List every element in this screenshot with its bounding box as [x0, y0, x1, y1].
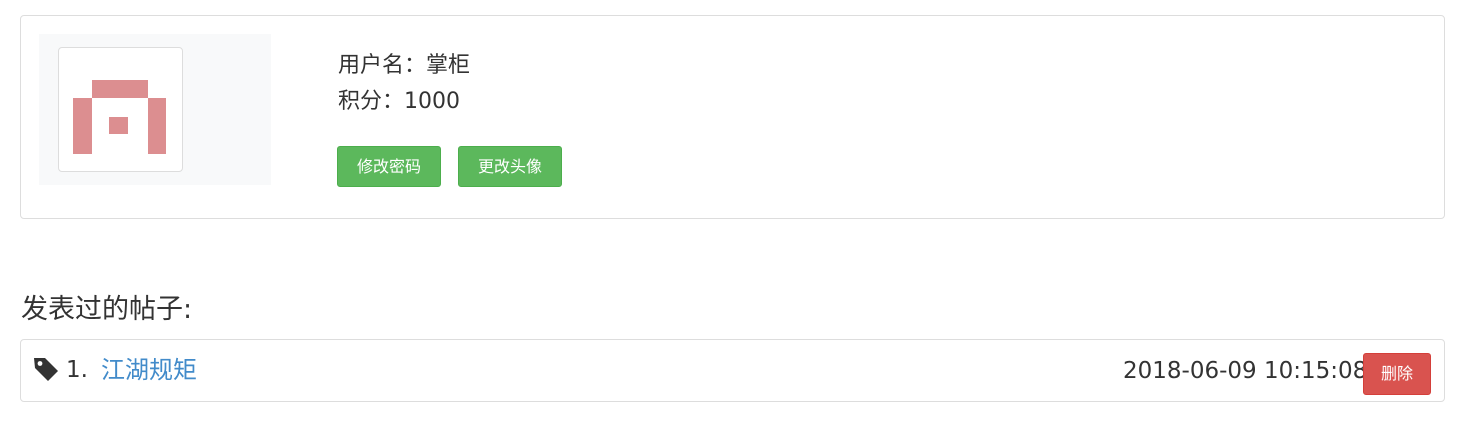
list-item: 1. 江湖规矩 2018-06-09 10:15:08 删除: [21, 340, 1444, 401]
post-timestamp: 2018-06-09 10:15:08: [1123, 358, 1368, 384]
tag-icon: [34, 358, 58, 381]
posts-section-title: 发表过的帖子:: [21, 294, 193, 325]
change-password-button[interactable]: 修改密码: [337, 146, 441, 187]
avatar: [58, 47, 183, 172]
username-label: 用户名：: [338, 53, 427, 78]
profile-panel: 用户名：掌柜 积分：1000 修改密码 更改头像: [20, 15, 1445, 219]
points-value: 1000: [404, 89, 461, 114]
points-label: 积分：: [338, 89, 405, 114]
post-index: 1.: [66, 357, 88, 383]
points-line: 积分：1000: [338, 89, 460, 115]
change-avatar-button[interactable]: 更改头像: [458, 146, 562, 187]
username-value: 掌柜: [426, 53, 471, 78]
delete-post-button[interactable]: 删除: [1363, 353, 1431, 395]
identicon-avatar-icon: [73, 80, 166, 154]
post-title-link[interactable]: 江湖规矩: [101, 355, 197, 385]
username-line: 用户名：掌柜: [338, 53, 470, 79]
avatar-container: [39, 34, 271, 185]
post-list: 1. 江湖规矩 2018-06-09 10:15:08 删除: [20, 339, 1445, 402]
